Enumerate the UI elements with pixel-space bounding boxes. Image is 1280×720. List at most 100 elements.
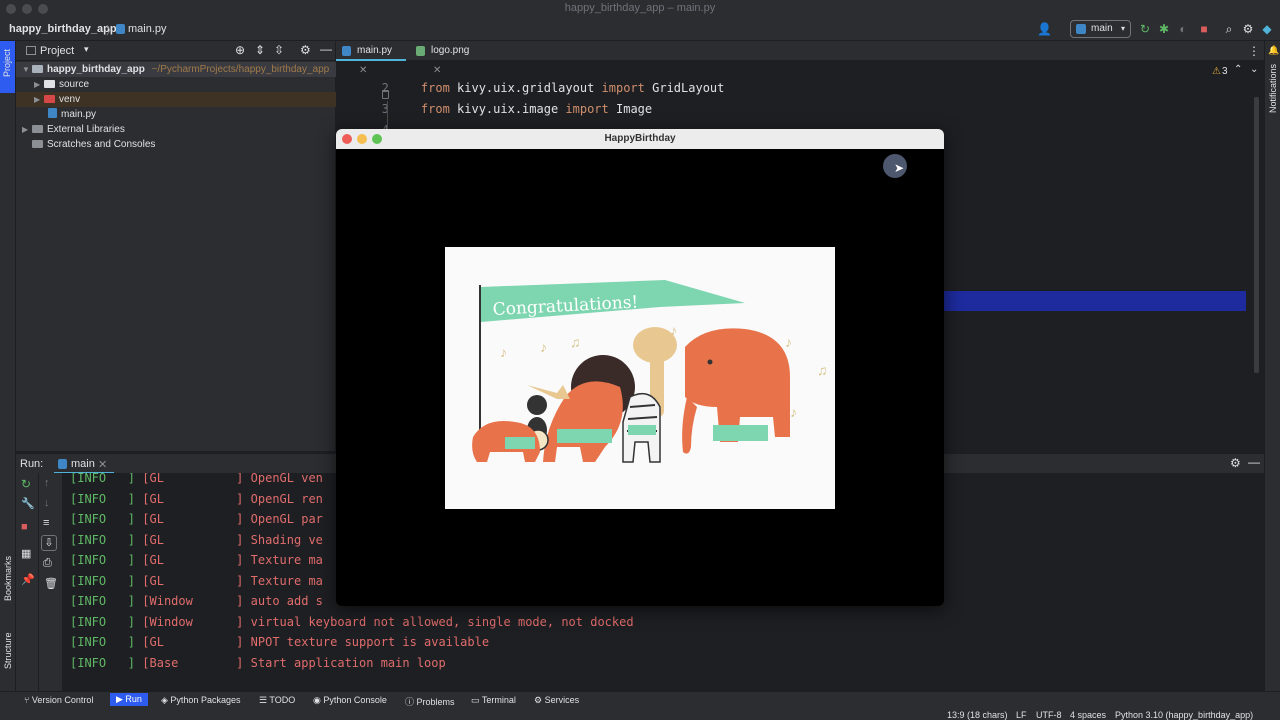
collapse-all-icon[interactable]: ⇳ [274, 43, 284, 57]
bell-icon[interactable]: 🔔 [1268, 45, 1279, 56]
python-icon [1076, 24, 1086, 34]
indent-setting[interactable]: 4 spaces [1070, 710, 1106, 720]
bookmarks-tool-label[interactable]: Bookmarks [3, 556, 13, 601]
project-tool-button[interactable]: Project [0, 41, 15, 93]
log-line: [INFO ] [Window ] auto add s [70, 594, 323, 608]
window-title: happy_birthday_app – main.py [564, 2, 716, 14]
log-line: [INFO ] [GL ] OpenGL par [70, 512, 323, 526]
tree-item-source[interactable]: ▶ source [16, 77, 336, 92]
minimize-window-icon[interactable] [22, 4, 32, 14]
expand-all-icon[interactable]: ⇕ [255, 43, 265, 57]
log-line: [INFO ] [Base ] Start application main l… [70, 655, 446, 670]
log-line: [INFO ] [GL ] Texture ma [70, 573, 323, 588]
fold-icon[interactable] [382, 90, 389, 99]
kivy-window-title: HappyBirthday [604, 133, 676, 144]
breadcrumb-project[interactable]: happy_birthday_app [9, 23, 117, 35]
zoom-window-icon[interactable] [38, 4, 48, 14]
notifications-tool-label[interactable]: Notifications [1268, 64, 1278, 113]
chevron-right-icon: ▶ [34, 80, 41, 89]
debug-icon[interactable]: ✱ [1157, 22, 1171, 36]
line-separator[interactable]: LF [1016, 710, 1027, 720]
arrow-up-icon[interactable]: ↑ [44, 477, 50, 489]
python-file-icon [48, 108, 57, 118]
run-tab-main[interactable]: main ✕ [54, 454, 114, 474]
file-encoding[interactable]: UTF-8 [1036, 710, 1062, 720]
gear-icon[interactable]: ⚙ [1241, 22, 1255, 36]
structure-tool-label[interactable]: Structure [3, 632, 13, 669]
tool-run[interactable]: ▶ Run [110, 693, 148, 706]
tool-python-packages[interactable]: ◈ Python Packages [161, 695, 240, 706]
zoom-window-icon[interactable] [372, 134, 382, 144]
folder-icon [32, 65, 43, 73]
caret-position[interactable]: 13:9 (18 chars) [947, 710, 1008, 720]
project-view-select[interactable]: Project [40, 45, 74, 57]
run-toolbar: ↻ 🔧 ■ ▦ 📌 ↑ ↓ ≡ ⇩ ⎙ 🗑 [16, 473, 62, 691]
kivy-app-window[interactable]: HappyBirthday ➤ Congratulations! ♪ ♪ ♫ ♪… [336, 129, 944, 606]
next-highlight-icon[interactable]: ⌄ [1250, 64, 1258, 75]
print-icon[interactable]: ⎙ [43, 557, 52, 570]
tool-terminal[interactable]: ▭ Terminal [471, 695, 516, 706]
log-line: [INFO ] [GL ] Shading ve [70, 532, 323, 547]
run-panel-label: Run: [20, 458, 44, 470]
jetbrains-logo-icon[interactable]: ◆ [1260, 22, 1274, 36]
log-line: [INFO ] [Window ] virtual keyboard not a… [70, 614, 634, 629]
search-icon[interactable]: ⌕ [1222, 22, 1236, 36]
wrench-icon[interactable]: 🔧 [21, 497, 35, 510]
svg-text:♪: ♪ [785, 334, 792, 350]
run-configuration-select[interactable]: main ▾ [1070, 20, 1131, 38]
user-icon[interactable]: 👤 [1037, 22, 1052, 36]
stop-icon[interactable]: ■ [21, 521, 28, 533]
tool-todo[interactable]: ☰ TODO [259, 695, 295, 706]
chevron-down-icon[interactable]: ▾ [84, 44, 89, 55]
stop-icon[interactable]: ■ [1197, 22, 1211, 36]
gear-icon[interactable]: ⚙ [1230, 456, 1241, 470]
tree-item-main-py[interactable]: main.py [16, 107, 336, 122]
chevron-down-icon: ▼ [22, 65, 30, 74]
layout-icon[interactable]: ▦ [21, 547, 31, 560]
svg-text:♫: ♫ [570, 334, 581, 350]
chevron-down-icon: ▾ [1120, 24, 1125, 33]
tool-problems[interactable]: ⓘ Problems [405, 695, 455, 708]
soft-wrap-icon[interactable]: ≡ [43, 517, 49, 529]
tree-item-root[interactable]: ▼ happy_birthday_app ~/PycharmProjects/ha… [16, 62, 336, 77]
close-tab-icon[interactable]: ✕ [98, 458, 107, 471]
trash-icon[interactable]: 🗑 [44, 577, 58, 590]
tool-version-control[interactable]: ⑂ Version Control [24, 695, 93, 705]
tab-main-py[interactable]: main.py ✕ [336, 41, 406, 76]
python-interpreter[interactable]: Python 3.10 (happy_birthday_app) [1115, 710, 1253, 720]
locate-icon[interactable]: ⊕ [235, 43, 245, 57]
project-panel: Project ▾ ⊕ ⇕ ⇳ ⚙ — ▼ happy_birthday_app … [16, 41, 336, 451]
close-window-icon[interactable] [6, 4, 16, 14]
more-tabs-icon[interactable]: ⋮ [1248, 44, 1260, 58]
hide-panel-icon[interactable]: — [1248, 455, 1260, 469]
tab-logo-png[interactable]: logo.png ✕ [410, 41, 480, 76]
warning-icon[interactable]: ⚠ [1212, 66, 1221, 77]
scroll-to-end-icon[interactable]: ⇩ [41, 535, 57, 551]
tree-item-external-libraries[interactable]: ▶ External Libraries [16, 122, 336, 137]
log-line: [INFO ] [GL ] OpenGL ren [70, 491, 323, 506]
editor-scrollbar[interactable] [1254, 97, 1259, 373]
hide-panel-icon[interactable]: — [320, 42, 332, 56]
close-window-icon[interactable] [342, 134, 352, 144]
log-line: [INFO ] [GL ] OpenGL ven [70, 473, 323, 485]
previous-highlight-icon[interactable]: ⌃ [1234, 64, 1242, 75]
rerun-icon[interactable]: ↻ [1138, 22, 1152, 36]
tree-item-venv[interactable]: ▶ venv [16, 92, 336, 107]
pin-icon[interactable]: 📌 [21, 573, 35, 586]
tool-services[interactable]: ⚙ Services [534, 695, 579, 706]
minimize-window-icon[interactable] [357, 134, 367, 144]
log-line: [INFO ] [GL ] NPOT texture support is av… [70, 635, 490, 649]
arrow-down-icon[interactable]: ↓ [44, 497, 50, 509]
right-tool-stripe: 🔔 Notifications [1264, 41, 1280, 691]
left-tool-stripe: Project Bookmarks Structure [0, 41, 16, 691]
tool-python-console[interactable]: ◉ Python Console [313, 695, 387, 706]
rerun-icon[interactable]: ↻ [21, 477, 31, 491]
editor-tabs: main.py ✕ logo.png ✕ ⋮ [336, 41, 1264, 76]
cursor-icon: ➤ [894, 161, 905, 175]
breadcrumb-file[interactable]: main.py [128, 23, 167, 35]
gear-icon[interactable]: ⚙ [300, 43, 311, 57]
coverage-icon[interactable]: ◐ [1176, 22, 1190, 36]
project-panel-header: Project ▾ ⊕ ⇕ ⇳ ⚙ — [16, 41, 335, 61]
svg-text:♪: ♪ [500, 344, 507, 360]
tree-item-scratches[interactable]: Scratches and Consoles [16, 137, 336, 152]
